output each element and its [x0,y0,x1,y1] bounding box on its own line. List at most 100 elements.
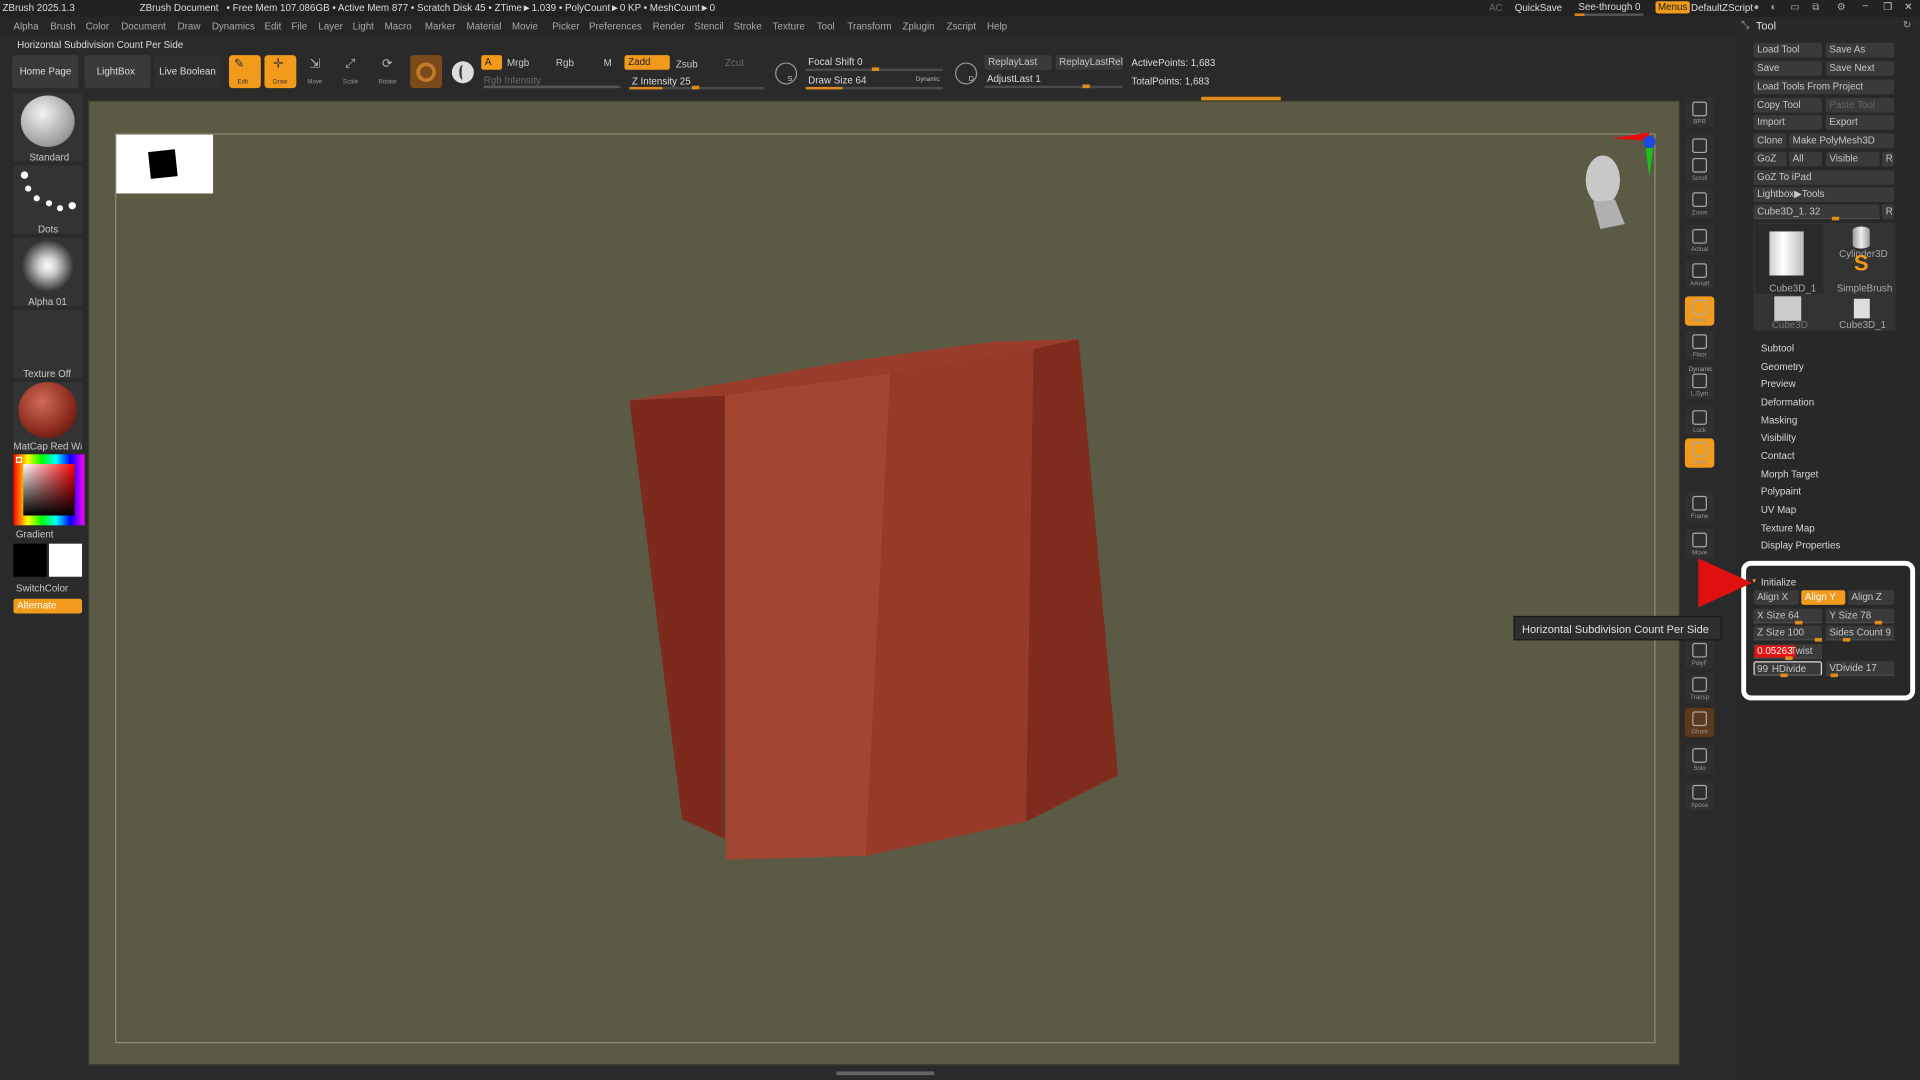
zsub-toggle[interactable]: Zsub [676,59,698,71]
menu-material[interactable]: Material [467,21,502,33]
help-icon[interactable]: ● [1753,1,1759,13]
r-button[interactable]: R [1882,151,1895,167]
focal-shift-icon[interactable]: S [775,62,798,85]
x-size-track[interactable] [1753,620,1823,625]
transp-button[interactable]: Transp [1684,673,1715,703]
all-button[interactable]: All [1788,151,1823,167]
bottom-scroll[interactable] [836,1071,935,1076]
lightbox-button[interactable]: LightBox [84,55,151,89]
window-icon[interactable]: ⧉ [1812,1,1819,13]
save-as-button[interactable]: Save As [1825,42,1895,58]
switch-color-button[interactable]: SwitchColor [16,583,68,594]
menu-alpha[interactable]: Alpha [13,21,38,33]
home-page-button[interactable]: Home Page [12,55,79,89]
twist-track[interactable] [1753,656,1823,661]
import-button[interactable]: Import [1753,115,1823,130]
frame-button[interactable]: Frame [1684,492,1715,522]
section-geometry[interactable]: Geometry [1761,361,1804,372]
align-z-button[interactable]: Align Z [1847,590,1895,605]
thumb-cube3d-1-active[interactable]: Cube3D_1 [1754,224,1824,294]
default-zscript[interactable]: DefaultZScript [1691,2,1753,14]
section-contact[interactable]: Contact [1761,451,1795,462]
rgb-intensity-track[interactable] [483,85,621,89]
menu-marker[interactable]: Marker [425,21,455,33]
menu-zplugin[interactable]: Zplugin [902,21,934,33]
load-tool-button[interactable]: Load Tool [1753,42,1823,58]
section-deformation[interactable]: Deformation [1761,397,1814,408]
focal-shift-track[interactable] [805,67,943,72]
export-button[interactable]: Export [1825,115,1895,130]
stroke-thumb-button[interactable] [447,55,479,88]
texture-button[interactable]: Texture Off [13,309,83,380]
tool-panel-title[interactable]: Tool [1756,20,1776,32]
section-texture-map[interactable]: Texture Map [1761,523,1815,534]
dynamic-toggle[interactable]: Dynamic [916,73,940,85]
saturation-square[interactable] [23,464,75,516]
section-display-properties[interactable]: Display Properties [1761,540,1840,551]
layout-icon[interactable]: ◐ [1771,1,1777,13]
material-button[interactable]: MatCap Red Wax [13,382,83,452]
actual-button[interactable]: Actual [1684,225,1715,255]
zadd-toggle[interactable]: Zadd [624,55,670,70]
document-canvas[interactable] [88,100,1681,1076]
menu-color[interactable]: Color [86,21,109,33]
visible-button[interactable]: Visible [1825,151,1880,167]
goz-ipad-button[interactable]: GoZ To iPad [1753,170,1895,185]
menu-texture[interactable]: Texture [773,21,805,33]
scroll-button[interactable]: Scroll [1684,154,1715,184]
bpr-button[interactable]: BPR [1684,97,1715,128]
menu-render[interactable]: Render [653,21,685,33]
floor-button[interactable]: Floor [1684,330,1715,361]
clone-button[interactable]: Clone [1753,133,1787,149]
menu-tool[interactable]: Tool [817,21,835,33]
scale-button[interactable]: ⤢ Scale [337,55,369,88]
menu-edit[interactable]: Edit [264,21,281,33]
copy-tool-button[interactable]: Copy Tool [1753,97,1823,113]
draw-size-track[interactable] [805,86,943,90]
gradient-label[interactable]: Gradient [16,529,54,540]
rotate-button[interactable]: ⟳ Rotate [373,55,405,88]
menu-light[interactable]: Light [353,21,374,33]
rgb-toggle[interactable]: Rgb [556,58,574,70]
section-uv-map[interactable]: UV Map [1761,504,1796,515]
main-color-swatch[interactable] [13,543,47,577]
menu-brush[interactable]: Brush [50,21,76,33]
qxyz-button[interactable]: Qxyz [1684,438,1715,468]
section-masking[interactable]: Masking [1761,415,1797,426]
section-morph-target[interactable]: Morph Target [1761,469,1819,480]
replay-last-rel-button[interactable]: ReplayLastRel [1055,55,1123,70]
lock-button[interactable]: Lock [1684,406,1715,436]
y-size-track[interactable] [1825,620,1895,625]
align-y-button[interactable]: Align Y [1801,590,1846,605]
adjust-last-track[interactable] [984,84,1123,89]
section-polypaint[interactable]: Polypaint [1761,486,1801,497]
secondary-color-swatch[interactable] [48,543,83,577]
menu-layer[interactable]: Layer [318,21,343,33]
draw-button[interactable]: ✛ Draw [264,55,297,89]
adjust-last-slider[interactable]: AdjustLast 1 [987,73,1041,85]
minimize-icon[interactable]: – [1862,0,1867,12]
draw-size-icon[interactable]: D [955,62,978,85]
move-button[interactable]: ⇲ Move [301,55,333,88]
menu-stencil[interactable]: Stencil [694,21,723,33]
thumb-cube3d[interactable]: Cube3D [1755,296,1824,331]
polyf-button[interactable]: PolyF [1684,639,1715,669]
menu-picker[interactable]: Picker [552,21,579,33]
menu-draw[interactable]: Draw [178,21,201,33]
persp-button[interactable]: Persp [1684,296,1715,326]
color-picker[interactable] [13,454,85,526]
settings-icon[interactable]: ⚙ [1837,1,1846,13]
aahalf-button[interactable]: AAHalf [1684,259,1715,289]
palette-icon[interactable]: ▭ [1790,1,1799,13]
quicksave-button[interactable]: QuickSave [1515,2,1562,14]
load-from-project-button[interactable]: Load Tools From Project [1753,79,1895,95]
lightbox-tools-button[interactable]: Lightbox▶Tools [1753,187,1895,203]
sides-count-track[interactable] [1825,637,1895,642]
m-toggle[interactable]: M [604,58,612,70]
dots-stroke-button[interactable]: Dots [13,165,83,235]
r-button-2[interactable]: R [1882,204,1895,220]
alternate-button[interactable]: Alternate [13,598,83,614]
ghost-button[interactable]: Ghost [1684,707,1715,738]
live-boolean-button[interactable]: Live Boolean [154,55,221,89]
menu-dynamics[interactable]: Dynamics [212,21,255,33]
